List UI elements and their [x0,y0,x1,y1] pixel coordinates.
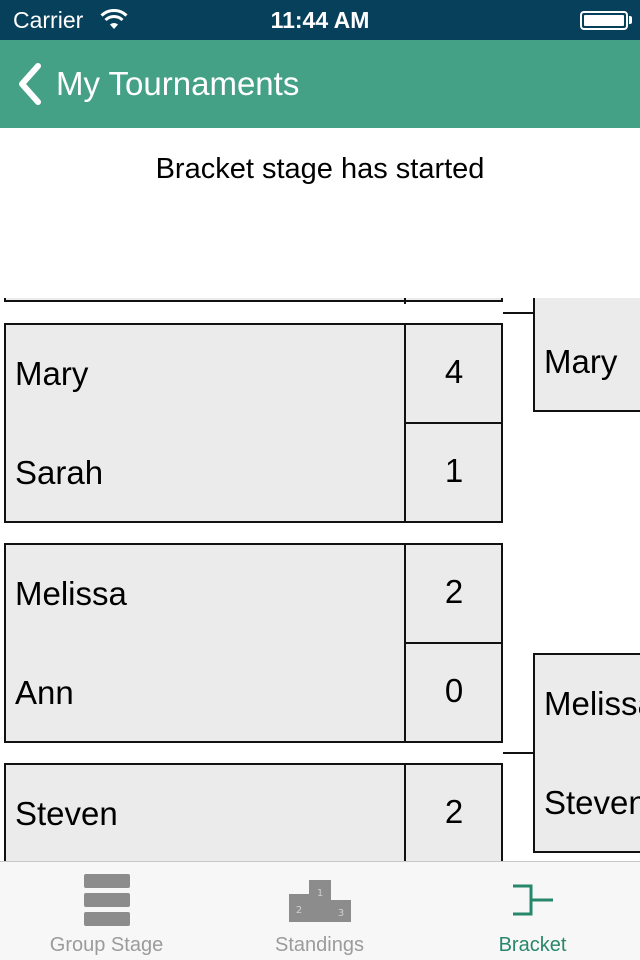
tab-label: Group Stage [49,934,164,956]
bracket-icon [512,884,553,916]
player-name: Mary [544,343,618,380]
battery-icon [580,11,628,30]
back-chevron-icon[interactable] [14,62,44,106]
tab-bracket[interactable]: Bracket [426,862,639,960]
clock: 11:44 AM [270,7,370,33]
tab-label: Bracket [498,934,567,956]
player-score: 2 [444,793,464,830]
player-score: 1 [444,452,464,489]
bracket-connector [503,752,535,754]
player-name: Melissa [544,685,640,722]
status-bar: Carrier 11:44 AM [0,0,640,40]
tab-bar: Group Stage 2 1 3 Standings Bracket [0,861,640,960]
bracket-match[interactable]: Melissa Ann 2 0 [4,543,503,743]
bracket-match-partial [4,298,503,304]
bracket-match[interactable]: Mary Sarah 4 1 [4,323,503,523]
bracket-match[interactable]: Melissa Steven [533,653,640,853]
svg-text:3: 3 [337,908,343,919]
podium-icon: 2 1 3 [288,880,351,922]
player-score: 2 [444,573,464,610]
player-name: Melissa [15,575,127,612]
tab-group-stage[interactable]: Group Stage [0,862,213,960]
player-name: Sarah [15,454,104,491]
tab-standings[interactable]: 2 1 3 Standings [213,862,426,960]
tab-label: Standings [275,934,364,956]
player-name: Mary [15,355,89,392]
battery-tip [629,16,632,24]
svg-text:1: 1 [316,888,322,899]
player-name: Steven [544,784,640,821]
bracket-connector [503,312,535,314]
bracket-status-message: Bracket stage has started [155,153,485,185]
bracket-view[interactable]: Mary Sarah 4 1 Melissa Ann 2 0 Steven 2 … [0,298,640,861]
player-score: 0 [444,672,464,709]
navigation-bar: My Tournaments [0,40,640,128]
group-stage-icon [83,874,130,926]
back-button[interactable]: My Tournaments [56,65,299,103]
bracket-match[interactable]: Mary [533,298,640,412]
player-score: 4 [444,353,464,390]
player-name: Ann [15,674,74,711]
player-name: Steven [15,795,118,832]
bracket-match[interactable]: Steven 2 [4,763,503,861]
svg-text:2: 2 [295,905,301,916]
